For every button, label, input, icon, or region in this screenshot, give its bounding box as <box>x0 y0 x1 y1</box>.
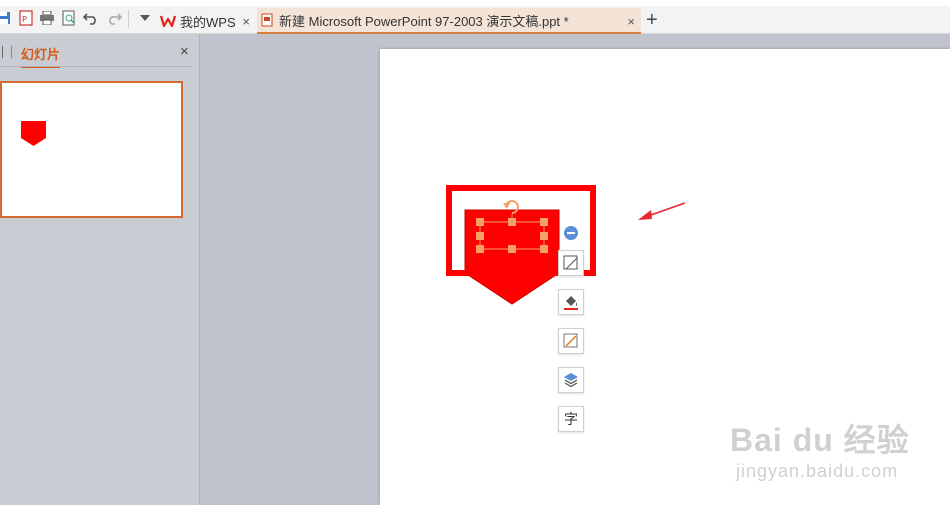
outline-icon <box>563 333 578 348</box>
shape-style-button[interactable] <box>558 250 584 276</box>
tab-label: 新建 Microsoft PowerPoint 97-2003 演示文稿.ppt… <box>279 13 569 29</box>
redo-icon[interactable] <box>106 10 122 26</box>
close-icon[interactable]: × <box>180 43 189 60</box>
tab-label: 我的WPS <box>180 14 236 30</box>
customize-dropdown-icon[interactable] <box>137 10 153 26</box>
title-bar: P 我的WPS × 新建 Microsoft PowerPoint 97-200… <box>0 0 950 34</box>
outline-tab-icon[interactable] <box>2 46 3 58</box>
export-pdf-icon[interactable]: P <box>18 10 34 26</box>
arrange-layers-icon <box>564 373 578 388</box>
watermark-url: jingyan.baidu.com <box>736 461 899 481</box>
tab-slides[interactable]: 幻灯片 <box>21 44 61 68</box>
shape-style-icon <box>563 255 578 270</box>
thumbnail-shape <box>21 121 46 146</box>
arrange-button[interactable] <box>558 367 584 393</box>
close-icon[interactable]: × <box>242 14 250 29</box>
watermark-main: Bai du 经验 <box>730 422 910 458</box>
undo-icon[interactable] <box>83 10 99 26</box>
wps-logo-icon <box>160 15 176 28</box>
text-wrap-button[interactable]: 字 <box>558 406 584 432</box>
tab-my-wps[interactable]: 我的WPS × <box>156 8 256 34</box>
new-tab-button[interactable]: + <box>646 8 658 32</box>
slides-panel: 幻灯片 × <box>0 34 200 505</box>
fill-button[interactable] <box>558 289 584 315</box>
slide-thumbnail[interactable] <box>0 81 183 218</box>
presentation-file-icon <box>261 13 273 27</box>
collapse-minus-icon[interactable] <box>563 225 579 241</box>
close-icon[interactable]: × <box>627 14 635 29</box>
watermark: Bai du 经验 jingyan.baidu.com <box>730 405 940 495</box>
save-icon[interactable] <box>0 10 12 26</box>
tab-document[interactable]: 新建 Microsoft PowerPoint 97-2003 演示文稿.ppt… <box>257 8 641 34</box>
print-icon[interactable] <box>39 10 55 26</box>
svg-text:P: P <box>22 15 27 24</box>
panel-header: 幻灯片 × <box>0 34 200 68</box>
fill-icon <box>564 296 578 310</box>
text-wrap-icon: 字 <box>564 412 578 428</box>
outline-button[interactable] <box>558 328 584 354</box>
print-preview-icon[interactable] <box>61 10 77 26</box>
